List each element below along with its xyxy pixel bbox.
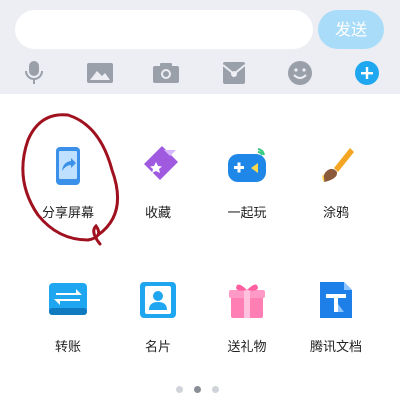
- emoji-icon[interactable]: [285, 58, 315, 88]
- message-input[interactable]: [15, 10, 313, 49]
- red-packet-icon[interactable]: [219, 58, 249, 88]
- tencent-docs-icon: [316, 280, 356, 320]
- grid-item-label: 名片: [144, 340, 171, 355]
- paintbrush-icon: [316, 146, 356, 186]
- camera-icon[interactable]: [151, 58, 181, 88]
- grid-item-play-together[interactable]: 一起玩: [207, 146, 287, 226]
- grid-item-label: 收藏: [144, 206, 171, 221]
- grid-item-favorite[interactable]: 收藏: [118, 146, 198, 226]
- transfer-icon: [48, 280, 88, 320]
- grid-item-label: 腾讯文档: [309, 340, 362, 355]
- page-dot[interactable]: [212, 386, 219, 393]
- grid-item-label: 一起玩: [227, 206, 267, 221]
- contact-card-icon: [138, 280, 178, 320]
- grid-item-business-card[interactable]: 名片: [118, 280, 198, 360]
- grid-item-label: 涂鸦: [322, 206, 349, 221]
- gift-icon: [227, 280, 267, 320]
- grid-item-doodle[interactable]: 涂鸦: [296, 146, 376, 226]
- page-dot-active[interactable]: [194, 386, 201, 393]
- plus-icon[interactable]: [352, 58, 382, 88]
- microphone-icon[interactable]: [19, 58, 49, 88]
- grid-item-tencent-docs[interactable]: 腾讯文档: [296, 280, 376, 360]
- grid-item-screen-share[interactable]: 分享屏幕: [28, 146, 108, 226]
- grid-item-label: 转账: [54, 340, 81, 355]
- favorite-icon: [138, 146, 178, 186]
- grid-item-transfer[interactable]: 转账: [28, 280, 108, 360]
- page-dot[interactable]: [176, 386, 183, 393]
- grid-item-label: 送礼物: [227, 340, 267, 355]
- send-button[interactable]: 发送: [318, 10, 384, 49]
- grid-item-label: 分享屏幕: [41, 206, 94, 221]
- gamepad-icon: [227, 146, 267, 186]
- screen-share-icon: [48, 146, 88, 186]
- image-icon[interactable]: [85, 58, 115, 88]
- grid-item-send-gift[interactable]: 送礼物: [207, 280, 287, 360]
- page-indicator: [176, 386, 226, 396]
